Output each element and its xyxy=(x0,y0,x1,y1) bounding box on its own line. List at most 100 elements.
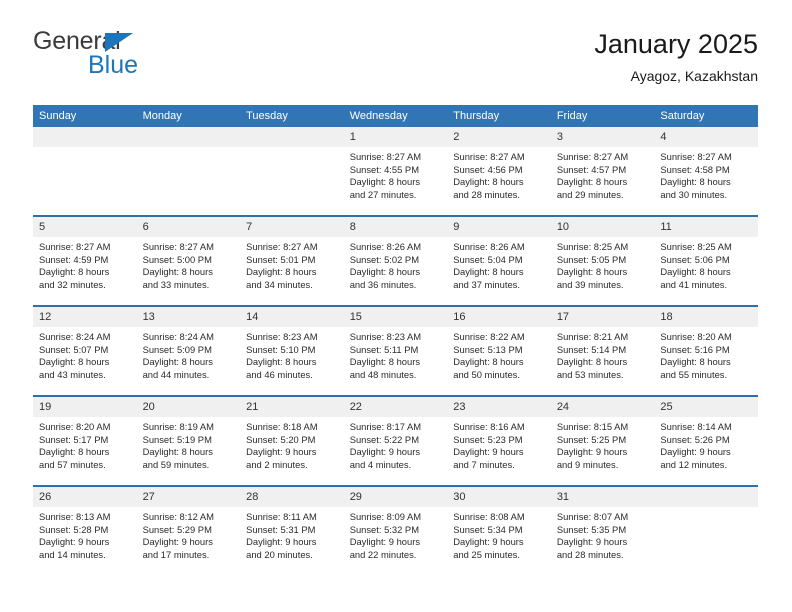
sunrise-text: Sunrise: 8:16 AM xyxy=(453,421,525,432)
day-details: Sunrise: 8:27 AM Sunset: 4:58 PM Daylight:… xyxy=(654,147,758,201)
calendar-day-cell[interactable]: 2 Sunrise: 8:27 AM Sunset: 4:56 PM Daylight… xyxy=(447,127,551,216)
calendar-day-cell[interactable]: 8 Sunrise: 8:26 AM Sunset: 5:02 PM Daylight… xyxy=(343,215,448,306)
sunrise-text: Sunrise: 8:24 AM xyxy=(142,331,214,342)
day-details: Sunrise: 8:15 AM Sunset: 5:25 PM Daylight:… xyxy=(551,417,655,471)
calendar-day-cell[interactable]: 28 Sunrise: 8:11 AM Sunset: 5:31 PM Dayligh… xyxy=(240,485,344,575)
sunrise-text: Sunrise: 8:23 AM xyxy=(349,331,422,342)
calendar-day-cell[interactable]: 20 Sunrise: 8:19 AM Sunset: 5:19 PM Dayligh… xyxy=(136,395,241,486)
sunset-text: Sunset: 5:06 PM xyxy=(660,253,730,265)
daylight-text-line2: and 27 minutes. xyxy=(349,188,417,200)
calendar-day-cell[interactable]: 27 Sunrise: 8:12 AM Sunset: 5:29 PM Dayligh… xyxy=(136,485,241,575)
calendar-day-cell[interactable]: 6 Sunrise: 8:27 AM Sunset: 5:00 PM Daylight… xyxy=(136,215,241,306)
day-number: 18 xyxy=(654,307,758,327)
sunset-text: Sunset: 5:05 PM xyxy=(556,253,627,265)
general-blue-logo[interactable]: General Blue xyxy=(33,28,243,84)
sunset-text: Sunset: 5:16 PM xyxy=(660,343,730,355)
day-number xyxy=(654,487,758,507)
daylight-text-line2: and 4 minutes. xyxy=(349,458,412,470)
day-details: Sunrise: 8:27 AM Sunset: 4:59 PM Daylight:… xyxy=(33,237,137,291)
calendar-day-cell[interactable]: 15 Sunrise: 8:23 AM Sunset: 5:11 PM Dayligh… xyxy=(343,305,448,396)
calendar-week-row: 12 Sunrise: 8:24 AM Sunset: 5:07 PM Dayligh… xyxy=(33,305,758,396)
daylight-text-line2: and 37 minutes. xyxy=(453,278,520,290)
day-details: Sunrise: 8:07 AM Sunset: 5:35 PM Daylight:… xyxy=(551,507,655,561)
day-details: Sunrise: 8:22 AM Sunset: 5:13 PM Daylight:… xyxy=(447,327,551,381)
calendar-day-cell[interactable]: 16 Sunrise: 8:22 AM Sunset: 5:13 PM Dayligh… xyxy=(447,305,551,396)
day-number: 23 xyxy=(447,397,551,417)
daylight-text-line2: and 36 minutes. xyxy=(349,278,417,290)
calendar-day-cell[interactable]: 1 Sunrise: 8:27 AM Sunset: 4:55 PM Daylight… xyxy=(343,127,448,216)
sunrise-text: Sunrise: 8:17 AM xyxy=(349,421,422,432)
daylight-text-line1: Daylight: 8 hours xyxy=(142,446,213,458)
calendar-day-cell[interactable]: 18 Sunrise: 8:20 AM Sunset: 5:16 PM Dayligh… xyxy=(654,305,758,396)
sunset-text: Sunset: 5:22 PM xyxy=(349,433,419,445)
calendar-day-cell[interactable]: 21 Sunrise: 8:18 AM Sunset: 5:20 PM Dayligh… xyxy=(240,395,344,486)
calendar-day-cell[interactable]: 4 Sunrise: 8:27 AM Sunset: 4:58 PM Daylight… xyxy=(654,127,758,216)
calendar-day-cell[interactable]: 23 Sunrise: 8:16 AM Sunset: 5:23 PM Dayligh… xyxy=(447,395,551,486)
calendar-day-cell[interactable]: 29 Sunrise: 8:09 AM Sunset: 5:32 PM Dayligh… xyxy=(343,485,448,575)
sunset-text: Sunset: 5:32 PM xyxy=(349,523,419,535)
day-number: 14 xyxy=(240,307,344,327)
title-block: January 2025 Ayagoz, Kazakhstan xyxy=(594,28,758,86)
sunset-text: Sunset: 5:29 PM xyxy=(142,523,212,535)
daylight-text-line2: and 32 minutes. xyxy=(39,278,106,290)
sunset-text: Sunset: 5:00 PM xyxy=(142,253,212,265)
calendar-day-cell[interactable]: 22 Sunrise: 8:17 AM Sunset: 5:22 PM Dayligh… xyxy=(343,395,448,486)
daylight-text-line1: Daylight: 8 hours xyxy=(349,356,421,368)
day-number: 13 xyxy=(136,307,241,327)
sunset-text: Sunset: 5:09 PM xyxy=(142,343,212,355)
day-number: 3 xyxy=(550,127,655,147)
day-details: Sunrise: 8:09 AM Sunset: 5:32 PM Daylight:… xyxy=(344,507,448,561)
sunrise-text: Sunrise: 8:27 AM xyxy=(246,241,318,252)
daylight-text-line2: and 25 minutes. xyxy=(453,548,520,560)
day-number xyxy=(136,127,241,147)
calendar-day-cell[interactable]: 25 Sunrise: 8:14 AM Sunset: 5:26 PM Dayligh… xyxy=(654,395,758,486)
calendar-day-cell[interactable]: 24 Sunrise: 8:15 AM Sunset: 5:25 PM Dayligh… xyxy=(550,395,655,486)
calendar-day-cell[interactable]: 10 Sunrise: 8:25 AM Sunset: 5:05 PM Dayligh… xyxy=(550,215,655,306)
sunset-text: Sunset: 5:11 PM xyxy=(349,343,419,355)
calendar-day-cell[interactable]: 5 Sunrise: 8:27 AM Sunset: 4:59 PM Daylight… xyxy=(33,215,137,306)
calendar-day-cell[interactable]: 12 Sunrise: 8:24 AM Sunset: 5:07 PM Dayligh… xyxy=(33,305,137,396)
day-details: Sunrise: 8:27 AM Sunset: 4:56 PM Daylight:… xyxy=(447,147,551,201)
calendar-day-cell[interactable]: 30 Sunrise: 8:08 AM Sunset: 5:34 PM Dayligh… xyxy=(447,485,551,575)
sunset-text: Sunset: 5:01 PM xyxy=(246,253,316,265)
daylight-text-line1: Daylight: 9 hours xyxy=(556,446,628,458)
calendar-day-cell[interactable]: 26 Sunrise: 8:13 AM Sunset: 5:28 PM Dayligh… xyxy=(33,485,137,575)
weekday-header-tuesday: Tuesday xyxy=(240,105,344,127)
daylight-text-line2: and 46 minutes. xyxy=(246,368,313,380)
daylight-text-line2: and 55 minutes. xyxy=(660,368,728,380)
day-details: Sunrise: 8:27 AM Sunset: 5:01 PM Daylight:… xyxy=(240,237,344,291)
daylight-text-line2: and 30 minutes. xyxy=(660,188,728,200)
daylight-text-line2: and 33 minutes. xyxy=(142,278,210,290)
day-number: 15 xyxy=(343,307,448,327)
weekday-header-monday: Monday xyxy=(136,105,241,127)
sunrise-text: Sunrise: 8:27 AM xyxy=(142,241,214,252)
calendar-day-cell[interactable]: 13 Sunrise: 8:24 AM Sunset: 5:09 PM Dayligh… xyxy=(136,305,241,396)
sunrise-text: Sunrise: 8:24 AM xyxy=(39,331,111,342)
daylight-text-line1: Daylight: 9 hours xyxy=(142,536,213,548)
calendar-day-cell[interactable]: 14 Sunrise: 8:23 AM Sunset: 5:10 PM Dayligh… xyxy=(240,305,344,396)
sunset-text: Sunset: 5:23 PM xyxy=(453,433,523,445)
day-details: Sunrise: 8:27 AM Sunset: 4:57 PM Daylight:… xyxy=(551,147,655,201)
day-details: Sunrise: 8:16 AM Sunset: 5:23 PM Daylight:… xyxy=(447,417,551,471)
daylight-text-line1: Daylight: 9 hours xyxy=(453,446,524,458)
calendar-day-cell[interactable]: 31 Sunrise: 8:07 AM Sunset: 5:35 PM Dayligh… xyxy=(550,485,655,575)
day-number: 4 xyxy=(654,127,758,147)
daylight-text-line1: Daylight: 8 hours xyxy=(453,176,524,188)
calendar-day-cell[interactable]: 11 Sunrise: 8:25 AM Sunset: 5:06 PM Dayligh… xyxy=(654,215,758,306)
daylight-text-line1: Daylight: 8 hours xyxy=(556,356,628,368)
day-number: 16 xyxy=(447,307,551,327)
sunrise-text: Sunrise: 8:22 AM xyxy=(453,331,525,342)
weekday-header-row: Sunday Monday Tuesday Wednesday Thursday… xyxy=(33,105,758,127)
calendar-day-cell[interactable]: 19 Sunrise: 8:20 AM Sunset: 5:17 PM Dayligh… xyxy=(33,395,137,486)
day-details: Sunrise: 8:20 AM Sunset: 5:17 PM Daylight:… xyxy=(33,417,137,471)
calendar-day-cell[interactable]: 17 Sunrise: 8:21 AM Sunset: 5:14 PM Dayligh… xyxy=(550,305,655,396)
sunset-text: Sunset: 4:59 PM xyxy=(39,253,109,265)
daylight-text-line1: Daylight: 9 hours xyxy=(660,446,731,458)
day-number: 26 xyxy=(33,487,137,507)
sunrise-text: Sunrise: 8:27 AM xyxy=(660,151,732,162)
calendar-day-cell[interactable]: 9 Sunrise: 8:26 AM Sunset: 5:04 PM Daylight… xyxy=(447,215,551,306)
calendar-day-cell[interactable]: 3 Sunrise: 8:27 AM Sunset: 4:57 PM Daylight… xyxy=(550,127,655,216)
calendar-day-cell[interactable]: 7 Sunrise: 8:27 AM Sunset: 5:01 PM Daylight… xyxy=(240,215,344,306)
sunset-text: Sunset: 5:31 PM xyxy=(246,523,316,535)
sunrise-text: Sunrise: 8:25 AM xyxy=(556,241,629,252)
